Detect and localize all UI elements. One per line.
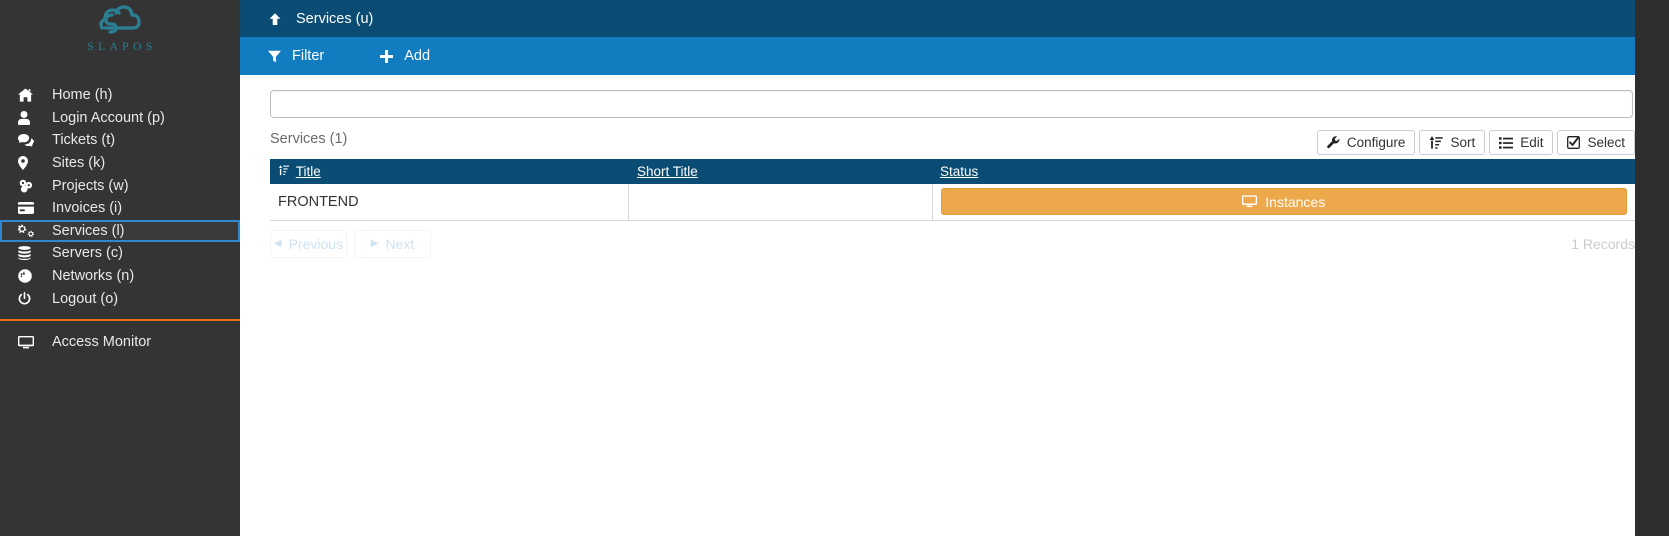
cell-short-title (628, 184, 933, 221)
table-body: FRONTEND Instances (270, 184, 1635, 221)
sidebar-item-login-account[interactable]: Login Account (p) (0, 107, 240, 130)
page-title: Services (u) (296, 10, 374, 27)
cloud-s-logo-icon (90, 2, 150, 42)
app-root: SLAPOS Home (h) Login Account (p) Ticket (0, 0, 1669, 536)
page-right-edge (1635, 0, 1669, 536)
sidebar-item-invoices[interactable]: Invoices (i) (0, 197, 240, 220)
add-button-label: Add (404, 48, 431, 64)
user-icon (18, 110, 44, 125)
select-button[interactable]: Select (1557, 130, 1635, 155)
brand-logo-text: SLAPOS (87, 41, 157, 53)
check-square-icon (1567, 136, 1581, 149)
sidebar-item-label: Sites (k) (52, 155, 106, 172)
column-header-status-link[interactable]: Status (940, 164, 978, 179)
sidebar-item-label: Projects (w) (52, 177, 129, 194)
services-table: Title Short Title Status FRONTEND Instan… (270, 159, 1635, 221)
filter-button-label: Filter (292, 48, 325, 64)
previous-button[interactable]: ◀ Previous (270, 229, 347, 258)
instances-button-label: Instances (1265, 193, 1326, 210)
column-header-short-title-link[interactable]: Short Title (637, 164, 698, 179)
plus-icon (380, 49, 394, 63)
sidebar-item-label: Access Monitor (52, 334, 152, 351)
cogs-icon (18, 224, 44, 238)
desktop-icon (18, 335, 44, 349)
next-button[interactable]: ▶ Next (354, 229, 431, 258)
database-icon (18, 246, 44, 261)
cubes-icon (18, 179, 44, 193)
sidebar-item-projects[interactable]: Projects (w) (0, 174, 240, 197)
edit-button[interactable]: Edit (1489, 130, 1554, 155)
cell-status: Instances (932, 184, 1635, 221)
comments-icon (18, 133, 44, 147)
select-button-label: Select (1587, 135, 1625, 150)
configure-button[interactable]: Configure (1316, 130, 1416, 155)
sidebar-item-tickets[interactable]: Tickets (t) (0, 129, 240, 152)
table-header-row: Title Short Title Status (270, 159, 1635, 184)
home-icon (18, 88, 44, 102)
sidebar-item-label: Services (l) (52, 222, 125, 239)
sidebar: SLAPOS Home (h) Login Account (p) Ticket (0, 0, 240, 536)
sidebar-item-networks[interactable]: Networks (n) (0, 265, 240, 288)
edit-button-label: Edit (1520, 135, 1544, 150)
search-row (240, 75, 1669, 118)
column-header-title[interactable]: Title (270, 159, 629, 184)
arrow-up-icon[interactable] (268, 12, 282, 26)
table-header: Title Short Title Status (270, 159, 1635, 184)
sort-asc-icon (278, 164, 290, 176)
map-marker-icon (18, 156, 44, 171)
sidebar-item-label: Home (h) (52, 87, 113, 104)
column-header-short-title[interactable]: Short Title (628, 159, 932, 184)
cell-title[interactable]: FRONTEND (270, 184, 630, 221)
sidebar-item-servers[interactable]: Servers (c) (0, 242, 240, 265)
sidebar-item-services[interactable]: Services (l) (0, 219, 240, 243)
search-input[interactable] (270, 90, 1633, 118)
caret-left-icon: ◀ (273, 237, 282, 249)
sidebar-item-sites[interactable]: Sites (k) (0, 152, 240, 175)
listing-header: Services (1) Configure Sort Edit Select (240, 118, 1669, 155)
sidebar-item-label: Invoices (i) (52, 200, 123, 217)
page-header: Services (u) (240, 0, 1669, 37)
pagination-buttons: ◀ Previous ▶ Next (270, 229, 438, 258)
credit-card-icon (18, 202, 44, 215)
instances-button[interactable]: Instances (940, 188, 1627, 216)
table-row[interactable]: FRONTEND Instances (270, 184, 1635, 221)
sidebar-item-label: Login Account (p) (52, 109, 165, 126)
configure-button-label: Configure (1346, 135, 1406, 150)
sidebar-item-label: Logout (o) (52, 290, 119, 307)
filter-icon (268, 50, 281, 63)
content-area: Services (1) Configure Sort Edit Select … (240, 75, 1669, 536)
sidebar-item-label: Servers (c) (52, 245, 123, 262)
desktop-icon (1242, 195, 1258, 208)
caret-right-icon: ▶ (370, 237, 379, 249)
sort-button-label: Sort (1450, 135, 1476, 150)
list-icon (1499, 136, 1514, 149)
globe-icon (18, 269, 44, 283)
column-header-title-link[interactable]: Title (296, 164, 321, 179)
power-off-icon (18, 291, 44, 306)
listing-actions: Configure Sort Edit Select (1313, 130, 1635, 155)
wrench-icon (1327, 136, 1340, 149)
sort-amount-down-icon (1429, 136, 1444, 149)
next-button-label: Next (385, 235, 415, 252)
sidebar-item-label: Tickets (t) (52, 132, 116, 149)
sidebar-item-label: Networks (n) (52, 268, 135, 285)
sidebar-item-logout[interactable]: Logout (o) (0, 287, 240, 310)
action-toolbar: Filter Add (240, 37, 1669, 75)
main-area: Services (u) Filter Add Services (1) Con… (240, 0, 1669, 536)
brand-logo[interactable]: SLAPOS (0, 0, 240, 72)
pagination: ◀ Previous ▶ Next 1 Records (240, 221, 1669, 258)
previous-button-label: Previous (288, 235, 344, 252)
listing-caption: Services (1) (270, 131, 348, 147)
sidebar-item-home[interactable]: Home (h) (0, 84, 240, 107)
sidebar-item-access-monitor[interactable]: Access Monitor (0, 331, 240, 354)
records-count: 1 Records (1571, 235, 1635, 252)
filter-button[interactable]: Filter (268, 48, 324, 64)
add-button[interactable]: Add (380, 48, 430, 64)
sort-button[interactable]: Sort (1419, 130, 1486, 155)
sidebar-nav: Home (h) Login Account (p) Tickets (t) S… (0, 84, 240, 354)
sidebar-separator (0, 318, 240, 321)
column-header-status[interactable]: Status (932, 159, 1635, 184)
sidebar-nav-bottom: Access Monitor (0, 331, 240, 354)
